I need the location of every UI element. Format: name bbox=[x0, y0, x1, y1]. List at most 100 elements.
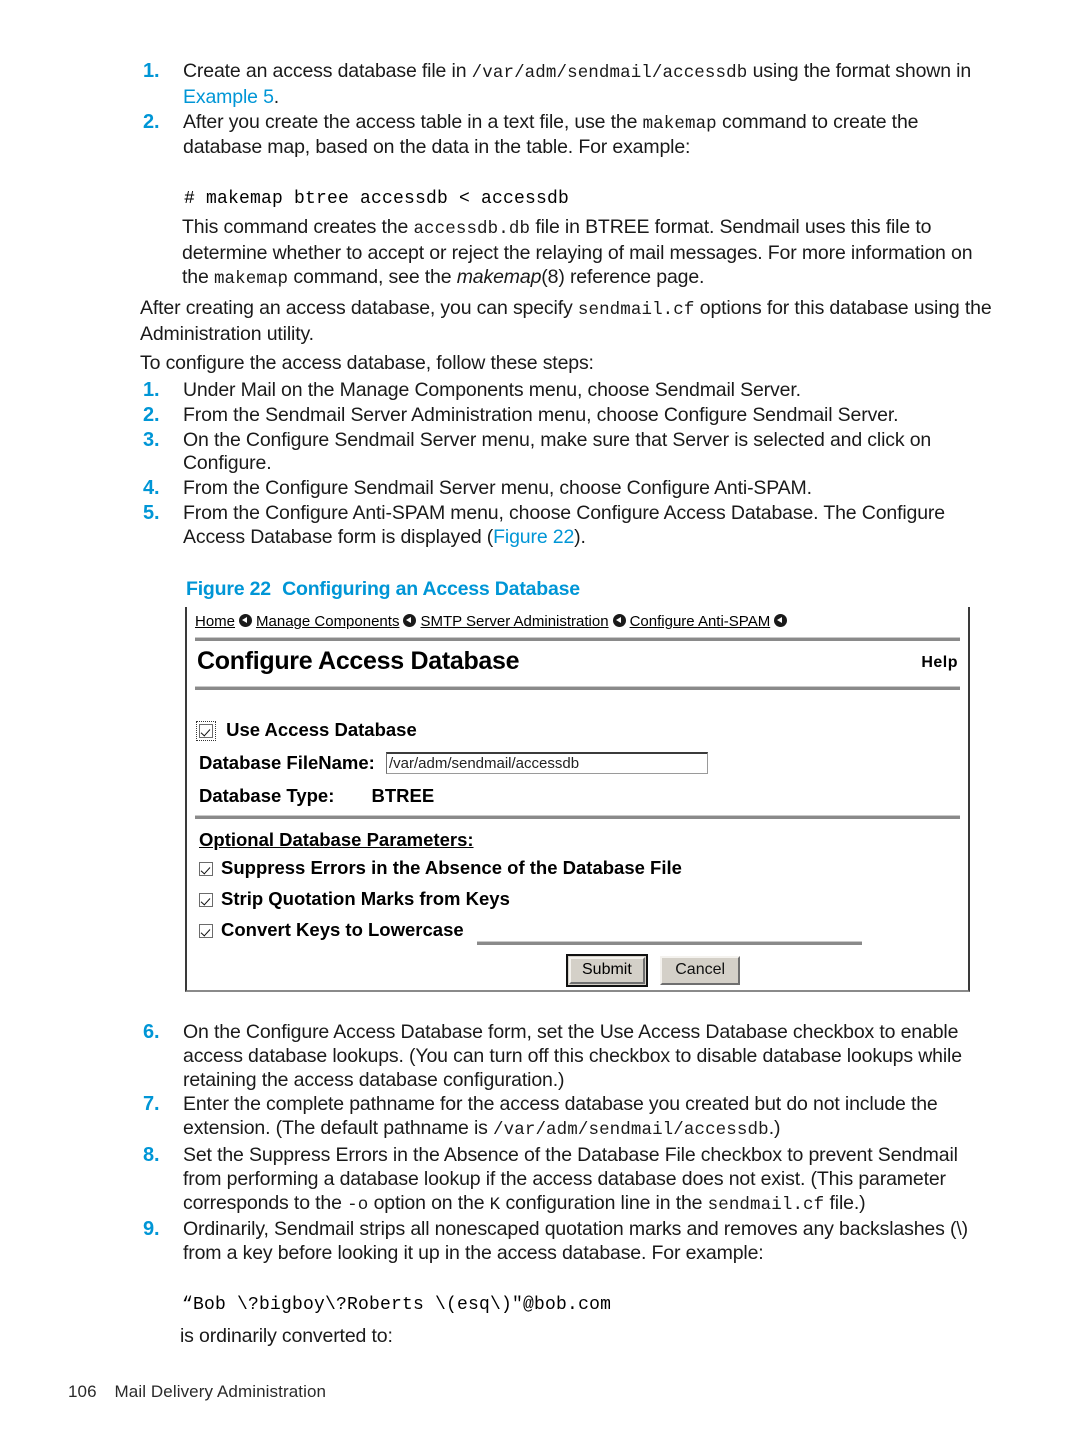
optional-param-checkbox[interactable] bbox=[199, 862, 213, 876]
code-span: makemap bbox=[642, 113, 717, 134]
list-item-number: 3. bbox=[143, 428, 160, 451]
list-item-number: 7. bbox=[143, 1093, 160, 1116]
submit-button[interactable]: Submit bbox=[566, 954, 648, 987]
list-item: 2. After you create the access table in a… bbox=[135, 111, 995, 161]
list-item: 8. Set the Suppress Errors in the Absence… bbox=[135, 1144, 995, 1217]
code-span: /var/adm/sendmail/accessdb bbox=[493, 1120, 769, 1141]
cross-reference-link[interactable]: Example 5 bbox=[183, 86, 274, 108]
list-item-number: 2. bbox=[143, 110, 160, 133]
list-item: 1. Create an access database file in /var… bbox=[135, 60, 995, 110]
list-item-number: 5. bbox=[143, 501, 160, 524]
list-item: 5. From the Configure Anti-SPAM menu, cho… bbox=[135, 502, 995, 550]
use-access-database-checkbox[interactable] bbox=[196, 721, 216, 741]
form-button-bar: Submit Cancel bbox=[566, 954, 741, 987]
breadcrumb-link-manage-components[interactable]: Manage Components bbox=[256, 613, 399, 630]
text-span: command, see the bbox=[288, 265, 457, 288]
optional-params-list: Suppress Errors in the Absence of the Da… bbox=[199, 857, 682, 950]
database-type-value: BTREE bbox=[371, 785, 435, 806]
code-span: -o bbox=[347, 1194, 369, 1215]
list-item: 9. Ordinarily, Sendmail strips all nonesc… bbox=[135, 1218, 995, 1266]
figure-caption-label: Figure 22 bbox=[186, 578, 271, 600]
list-item-text: From the Configure Anti-SPAM menu, choos… bbox=[183, 502, 945, 548]
optional-param-checkbox[interactable] bbox=[199, 893, 213, 907]
text-span: On the Configure Sendmail Server menu, m… bbox=[183, 428, 932, 475]
code-span: /var/adm/sendmail/accessdb bbox=[471, 63, 748, 83]
page-canvas: 1. Create an access database file in /var… bbox=[0, 0, 1080, 1438]
figure-screenshot: Home Manage Components SMTP Server Adminis… bbox=[185, 607, 970, 992]
list-item-text: On the Configure Sendmail Server menu, m… bbox=[183, 429, 931, 475]
database-type-label: Database Type: bbox=[199, 785, 335, 806]
database-filename-input[interactable]: /var/adm/sendmail/accessdb bbox=[385, 752, 708, 774]
optional-param-label: Convert Keys to Lowercase bbox=[221, 919, 464, 940]
list-item-number: 1. bbox=[143, 379, 160, 401]
emphasis-span: makemap bbox=[456, 265, 542, 288]
circle-left-arrow-icon bbox=[774, 614, 788, 627]
optional-param-row[interactable]: Convert Keys to Lowercase bbox=[199, 919, 682, 941]
text-span: (8) reference page. bbox=[541, 265, 705, 288]
optional-param-label: Strip Quotation Marks from Keys bbox=[221, 888, 510, 909]
text-span: After creating an access database, you c… bbox=[140, 297, 578, 319]
code-span: sendmail.cf bbox=[707, 1194, 825, 1215]
help-link[interactable]: Help bbox=[921, 654, 958, 672]
text-span: file.) bbox=[824, 1191, 866, 1214]
divider-under-breadcrumb bbox=[195, 637, 960, 641]
list-item: 7. Enter the complete pathname for the ac… bbox=[135, 1093, 995, 1143]
footer-page-number: 106 bbox=[68, 1382, 97, 1401]
submit-button-label: Submit bbox=[569, 957, 645, 984]
use-access-database-label: Use Access Database bbox=[226, 719, 417, 740]
text-span: .) bbox=[768, 1117, 781, 1140]
text-span: From the Sendmail Server Administration … bbox=[183, 403, 899, 426]
list-item: 4. From the Configure Sendmail Server men… bbox=[135, 477, 995, 501]
list-item-text: On the Configure Access Database form, s… bbox=[183, 1021, 962, 1091]
text-span: Create an access database file in bbox=[183, 60, 472, 82]
divider-above-buttons bbox=[477, 941, 862, 945]
figure-caption-text: Configuring an Access Database bbox=[282, 578, 580, 600]
figure-caption: Figure 22 Configuring an Access Database bbox=[186, 578, 580, 601]
database-type-row: Database Type: BTREE bbox=[199, 785, 434, 807]
circle-left-arrow-icon bbox=[403, 614, 417, 627]
optional-param-row[interactable]: Strip Quotation Marks from Keys bbox=[199, 888, 682, 910]
optional-param-row[interactable]: Suppress Errors in the Absence of the Da… bbox=[199, 857, 682, 879]
code-example-key: “Bob \?bigboy\?Roberts \(esq\)"@bob.com bbox=[182, 1295, 612, 1315]
text-span: using the format shown in bbox=[747, 60, 972, 82]
list-item-number: 6. bbox=[143, 1021, 160, 1043]
code-makemap: # makemap btree accessdb < accessdb bbox=[184, 189, 570, 209]
circle-left-arrow-icon bbox=[239, 614, 253, 627]
list-item-number: 4. bbox=[143, 477, 160, 500]
text-span: From the Configure Sendmail Server menu,… bbox=[183, 477, 812, 500]
page-footer: 106 Mail Delivery Administration bbox=[68, 1382, 326, 1402]
optional-params-label: Optional Database Parameters: bbox=[199, 829, 474, 850]
database-filename-label: Database FileName: bbox=[199, 752, 375, 773]
config-steps-list: 1. Under Mail on the Manage Components me… bbox=[135, 379, 995, 551]
paragraph-admin-utility: After creating an access database, you c… bbox=[140, 297, 995, 347]
breadcrumb-link-home[interactable]: Home bbox=[195, 613, 235, 630]
text-span: Under Mail on the Manage Components menu… bbox=[183, 379, 801, 401]
code-span: K bbox=[489, 1194, 501, 1215]
optional-param-checkbox[interactable] bbox=[199, 924, 213, 938]
text-span: On the Configure Access Database form, s… bbox=[183, 1021, 962, 1091]
intro-steps-list: 1. Create an access database file in /var… bbox=[135, 60, 995, 161]
list-item-number: 8. bbox=[143, 1143, 160, 1166]
circle-left-arrow-icon bbox=[612, 614, 626, 627]
use-access-database-row[interactable]: Use Access Database bbox=[196, 719, 417, 741]
list-item-text: Enter the complete pathname for the acce… bbox=[183, 1093, 938, 1141]
divider-under-title bbox=[195, 686, 960, 690]
list-item-text: After you create the access table in a t… bbox=[183, 111, 918, 159]
text-span: This command creates the bbox=[182, 216, 414, 238]
breadcrumb-link-configure-anti-spam[interactable]: Configure Anti-SPAM bbox=[630, 613, 771, 630]
cancel-button[interactable]: Cancel bbox=[660, 956, 741, 985]
text-span: configuration line in the bbox=[500, 1191, 708, 1214]
divider-above-optional-params bbox=[195, 815, 960, 819]
code-span: sendmail.cf bbox=[577, 300, 695, 320]
code-span: accessdb.db bbox=[413, 219, 531, 239]
list-item-text: Under Mail on the Manage Components menu… bbox=[183, 379, 801, 401]
text-span: . bbox=[273, 85, 280, 108]
footer-title: Mail Delivery Administration bbox=[114, 1382, 327, 1401]
cross-reference-link[interactable]: Figure 22 bbox=[493, 526, 574, 548]
breadcrumb-link-smtp-server-administration[interactable]: SMTP Server Administration bbox=[420, 613, 608, 630]
text-span: Ordinarily, Sendmail strips all nonescap… bbox=[183, 1218, 968, 1265]
list-item: 3. On the Configure Sendmail Server menu,… bbox=[135, 429, 995, 477]
list-item-text: Set the Suppress Errors in the Absence o… bbox=[183, 1144, 958, 1215]
list-item: 1. Under Mail on the Manage Components me… bbox=[135, 379, 995, 403]
steps-lead-in: To configure the access database, follow… bbox=[140, 352, 594, 374]
